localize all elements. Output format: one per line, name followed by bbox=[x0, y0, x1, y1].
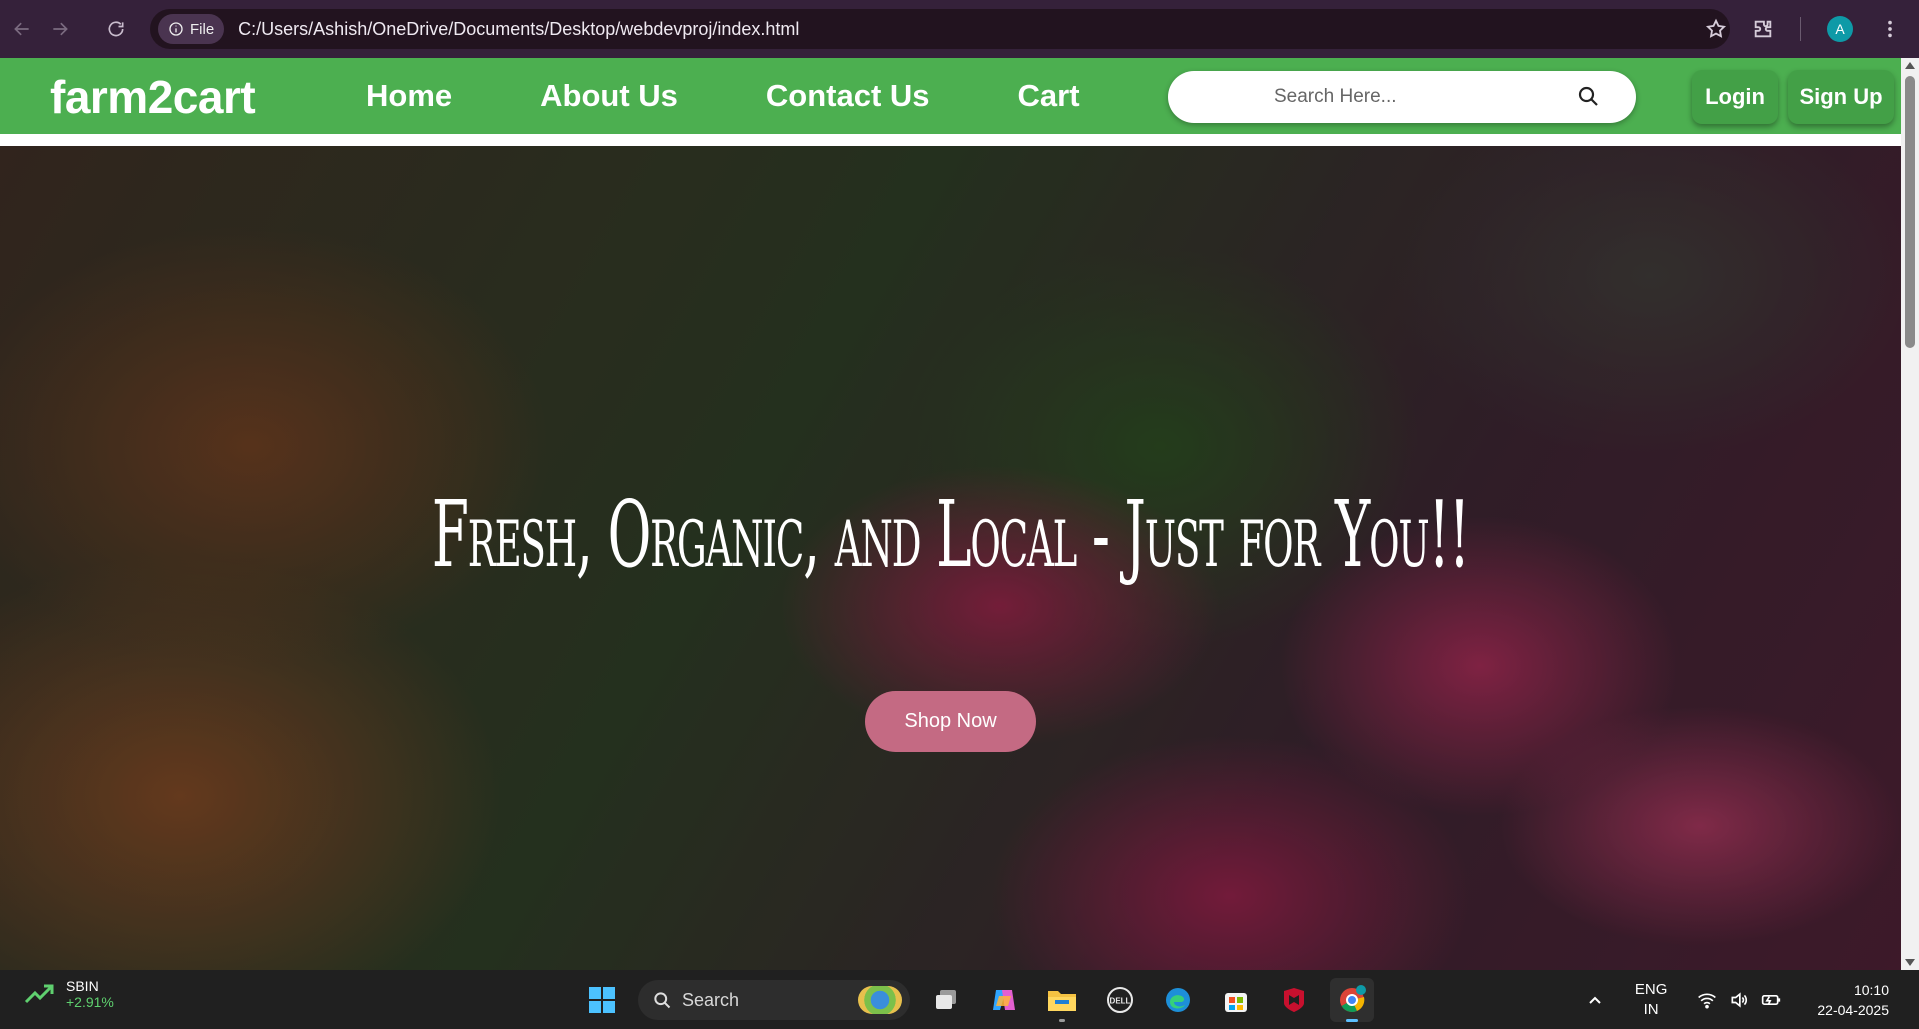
trending-up-icon bbox=[24, 984, 54, 1004]
forward-button[interactable] bbox=[38, 7, 82, 51]
file-explorer-icon[interactable] bbox=[1040, 978, 1084, 1022]
shop-now-button[interactable]: Shop Now bbox=[865, 691, 1036, 752]
hero-banner: Fresh, Organic, and Local - Just for You… bbox=[0, 146, 1901, 970]
extensions-icon[interactable] bbox=[1752, 18, 1774, 40]
site-info-chip[interactable]: File bbox=[158, 14, 225, 44]
scroll-down-arrow-icon[interactable] bbox=[1905, 959, 1915, 966]
chevron-up-icon[interactable] bbox=[1587, 992, 1603, 1008]
clock[interactable]: 10:10 22-04-2025 bbox=[1817, 980, 1889, 1020]
chrome-icon[interactable] bbox=[1330, 978, 1374, 1022]
task-view-icon[interactable] bbox=[924, 978, 968, 1022]
taskbar-apps: Search DELL bbox=[580, 978, 1374, 1022]
profile-avatar[interactable]: A bbox=[1827, 16, 1853, 42]
stock-change: +2.91% bbox=[66, 994, 114, 1010]
url-text[interactable]: C:/Users/Ashish/OneDrive/Documents/Deskt… bbox=[238, 19, 799, 40]
stock-symbol: SBIN bbox=[66, 978, 99, 994]
wifi-icon bbox=[1698, 993, 1717, 1008]
bookmark-star-icon[interactable] bbox=[1705, 18, 1727, 45]
microsoft-store-icon[interactable] bbox=[1214, 978, 1258, 1022]
scroll-thumb[interactable] bbox=[1905, 76, 1915, 348]
scheme-label: File bbox=[190, 20, 215, 38]
arrow-left-icon bbox=[14, 22, 29, 36]
taskbar-search[interactable]: Search bbox=[638, 980, 910, 1020]
address-bar[interactable]: File C:/Users/Ashish/OneDrive/Documents/… bbox=[150, 9, 1730, 49]
hero-title: Fresh, Organic, and Local - Just for You… bbox=[431, 481, 1470, 588]
volume-icon bbox=[1731, 991, 1748, 1008]
nav-cart[interactable]: Cart bbox=[1018, 78, 1080, 114]
language-code: ENG bbox=[1634, 980, 1668, 998]
windows-start-icon[interactable] bbox=[580, 978, 624, 1022]
running-indicator bbox=[1059, 1019, 1065, 1022]
toolbar-right: A bbox=[1752, 9, 1919, 49]
edge-icon[interactable] bbox=[1156, 978, 1200, 1022]
more-menu-icon[interactable] bbox=[1879, 18, 1901, 40]
login-button[interactable]: Login bbox=[1692, 70, 1778, 124]
reload-button[interactable] bbox=[94, 7, 138, 51]
stock-widget[interactable]: SBIN +2.91% bbox=[24, 978, 114, 1010]
globe-highlight-icon bbox=[858, 986, 902, 1014]
toolbar-divider bbox=[1800, 17, 1801, 41]
nav-contact-us[interactable]: Contact Us bbox=[766, 78, 930, 114]
battery-icon bbox=[1762, 994, 1781, 1005]
taskbar-search-label: Search bbox=[682, 989, 740, 1010]
page-scrollbar[interactable] bbox=[1901, 58, 1919, 970]
signup-button[interactable]: Sign Up bbox=[1788, 70, 1894, 124]
site-navbar: farm2cart Home About Us Contact Us Cart … bbox=[0, 58, 1901, 134]
info-icon bbox=[169, 22, 183, 36]
system-tray: ENG IN 10:10 22-04-2025 bbox=[1587, 970, 1919, 1029]
clock-time: 10:10 bbox=[1853, 981, 1889, 998]
region-code: IN bbox=[1643, 1000, 1659, 1018]
main-menu: Home About Us Contact Us Cart bbox=[366, 78, 1168, 114]
navbar-divider bbox=[0, 134, 1901, 146]
search-icon[interactable] bbox=[1576, 84, 1600, 108]
tray-icons[interactable] bbox=[1697, 990, 1781, 1010]
mcafee-icon[interactable] bbox=[1272, 978, 1316, 1022]
search-input[interactable] bbox=[1168, 86, 1636, 108]
browser-toolbar: File C:/Users/Ashish/OneDrive/Documents/… bbox=[0, 0, 1919, 58]
site-search bbox=[1168, 71, 1636, 123]
copilot-icon[interactable] bbox=[982, 978, 1026, 1022]
reload-icon bbox=[108, 21, 124, 37]
svg-text:DELL: DELL bbox=[1110, 997, 1131, 1006]
scroll-up-arrow-icon[interactable] bbox=[1905, 62, 1915, 69]
active-indicator bbox=[1346, 1019, 1358, 1022]
webpage: farm2cart Home About Us Contact Us Cart … bbox=[0, 58, 1901, 970]
language-indicator[interactable]: ENG IN bbox=[1635, 980, 1668, 1020]
dell-icon[interactable]: DELL bbox=[1098, 978, 1142, 1022]
site-logo[interactable]: farm2cart bbox=[50, 70, 256, 124]
arrow-right-icon bbox=[53, 22, 68, 36]
nav-home[interactable]: Home bbox=[366, 78, 452, 114]
clock-date: 22-04-2025 bbox=[1817, 1001, 1889, 1018]
nav-about-us[interactable]: About Us bbox=[540, 78, 678, 114]
windows-taskbar: SBIN +2.91% Search DELL ENG IN 10:10 22-… bbox=[0, 970, 1919, 1029]
search-icon bbox=[654, 992, 671, 1009]
